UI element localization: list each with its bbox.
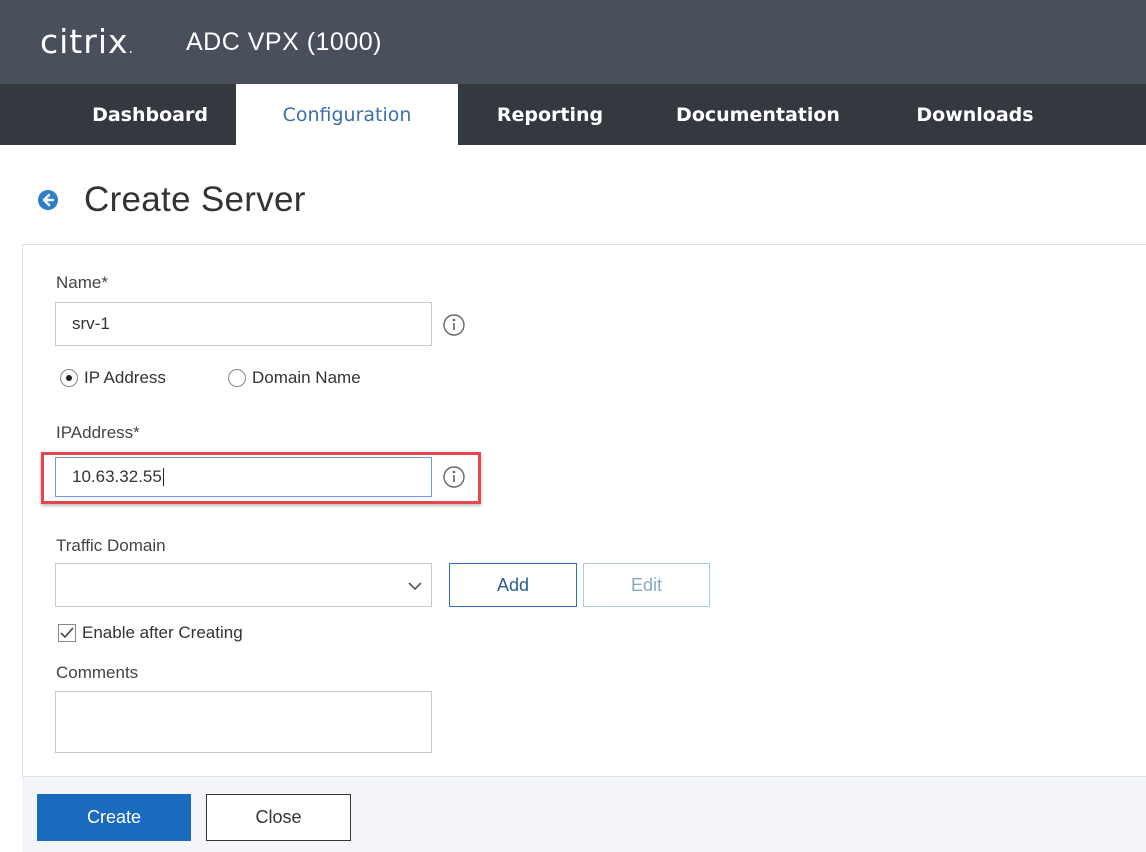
radio-domain-name-indicator[interactable]: [228, 369, 246, 387]
back-arrow-icon[interactable]: [38, 190, 58, 210]
tab-dashboard[interactable]: Dashboard: [75, 84, 225, 145]
tab-documentation[interactable]: Documentation: [660, 84, 856, 145]
create-button[interactable]: Create: [37, 794, 191, 841]
citrix-logo[interactable]: citrix.: [40, 22, 134, 61]
tab-downloads[interactable]: Downloads: [900, 84, 1050, 145]
header-brand: citrix. ADC VPX (1000): [0, 0, 1146, 84]
product-title: ADC VPX (1000): [186, 28, 382, 56]
ip-address-label: IPAddress*: [56, 423, 140, 442]
edit-button[interactable]: Edit: [583, 563, 710, 607]
chevron-down-icon: [408, 582, 422, 591]
tab-reporting[interactable]: Reporting: [480, 84, 620, 145]
name-input[interactable]: srv-1: [55, 302, 432, 346]
traffic-domain-select[interactable]: [55, 563, 432, 607]
enable-after-creating-label: Enable after Creating: [82, 623, 243, 642]
page-header: Create Server: [38, 180, 306, 220]
checkmark-icon: [60, 627, 74, 639]
page-title: Create Server: [84, 180, 306, 219]
add-button[interactable]: Add: [449, 563, 577, 607]
enable-after-creating-checkbox[interactable]: Enable after Creating: [58, 623, 243, 643]
name-input-value: srv-1: [72, 314, 110, 333]
radio-domain-name[interactable]: Domain Name: [228, 368, 361, 388]
checkbox-box[interactable]: [58, 624, 76, 642]
comments-label: Comments: [56, 663, 139, 682]
radio-ip-address-label: IP Address: [84, 368, 166, 387]
info-icon[interactable]: [442, 313, 466, 337]
close-button[interactable]: Close: [206, 794, 351, 841]
name-label: Name*: [56, 273, 108, 292]
comments-textarea[interactable]: [55, 691, 432, 753]
radio-domain-name-label: Domain Name: [252, 368, 361, 387]
radio-ip-address[interactable]: IP Address: [60, 368, 166, 388]
traffic-domain-label: Traffic Domain: [56, 536, 166, 555]
tab-configuration[interactable]: Configuration: [236, 84, 458, 145]
radio-ip-address-indicator[interactable]: [60, 369, 78, 387]
highlight-annotation: [41, 452, 481, 504]
